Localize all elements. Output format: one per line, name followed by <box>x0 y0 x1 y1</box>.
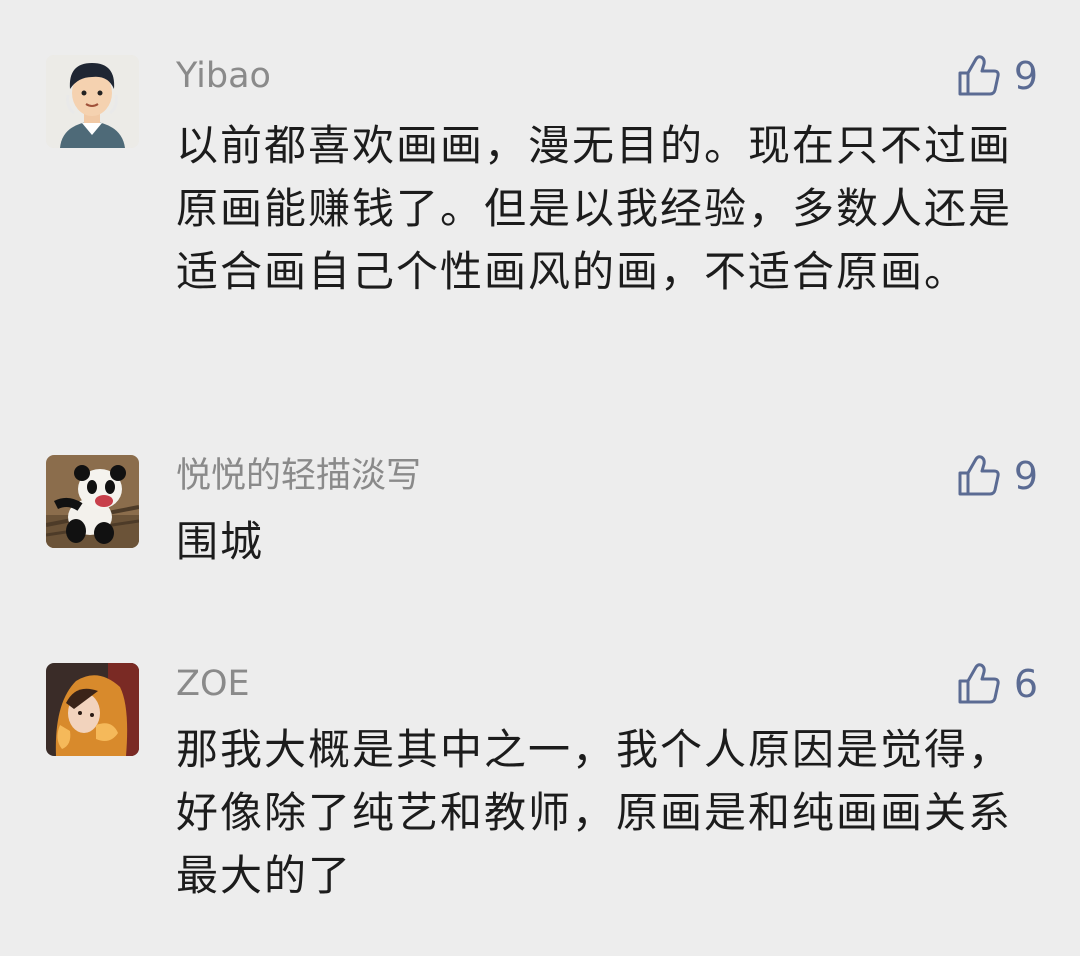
comment-text: 那我大概是其中之一，我个人原因是觉得，好像除了纯艺和教师，原画是和纯画画关系最大… <box>176 725 1013 900</box>
thumbs-up-icon <box>958 663 1000 704</box>
thumbs-up-icon <box>958 55 1000 96</box>
comment-item: Yibao 9 以前都喜欢画画，漫无目的。现在只不过画原画能赚钱了。但是以我经验… <box>0 0 1080 400</box>
avatar-cartoon-boy-image <box>46 55 139 148</box>
like-count: 9 <box>1013 54 1038 98</box>
username[interactable]: 悦悦的轻描淡写 <box>176 454 421 498</box>
like-button[interactable]: 9 <box>956 454 1038 498</box>
username[interactable]: ZOE <box>176 662 250 706</box>
like-count: 9 <box>1013 454 1038 498</box>
comment-item: ZOE 6 那我大概是其中之一，我个人原因是觉得，好像除了纯艺和教师，原画是和纯… <box>0 608 1080 956</box>
avatar[interactable] <box>46 55 139 148</box>
username[interactable]: Yibao <box>176 54 271 98</box>
avatar[interactable] <box>46 455 139 548</box>
avatar-girl-photo-image <box>46 663 139 756</box>
comment-text: 围城 <box>176 517 265 566</box>
thumbs-up-icon <box>958 455 1000 496</box>
like-button[interactable]: 9 <box>956 54 1038 98</box>
avatar-panda-image <box>46 455 139 548</box>
avatar[interactable] <box>46 663 139 756</box>
comment-text: 以前都喜欢画画，漫无目的。现在只不过画原画能赚钱了。但是以我经验，多数人还是适合… <box>176 121 1013 296</box>
like-button[interactable]: 6 <box>956 662 1038 706</box>
comment-item: 悦悦的轻描淡写 9 围城 <box>0 400 1080 630</box>
like-count: 6 <box>1013 662 1038 706</box>
